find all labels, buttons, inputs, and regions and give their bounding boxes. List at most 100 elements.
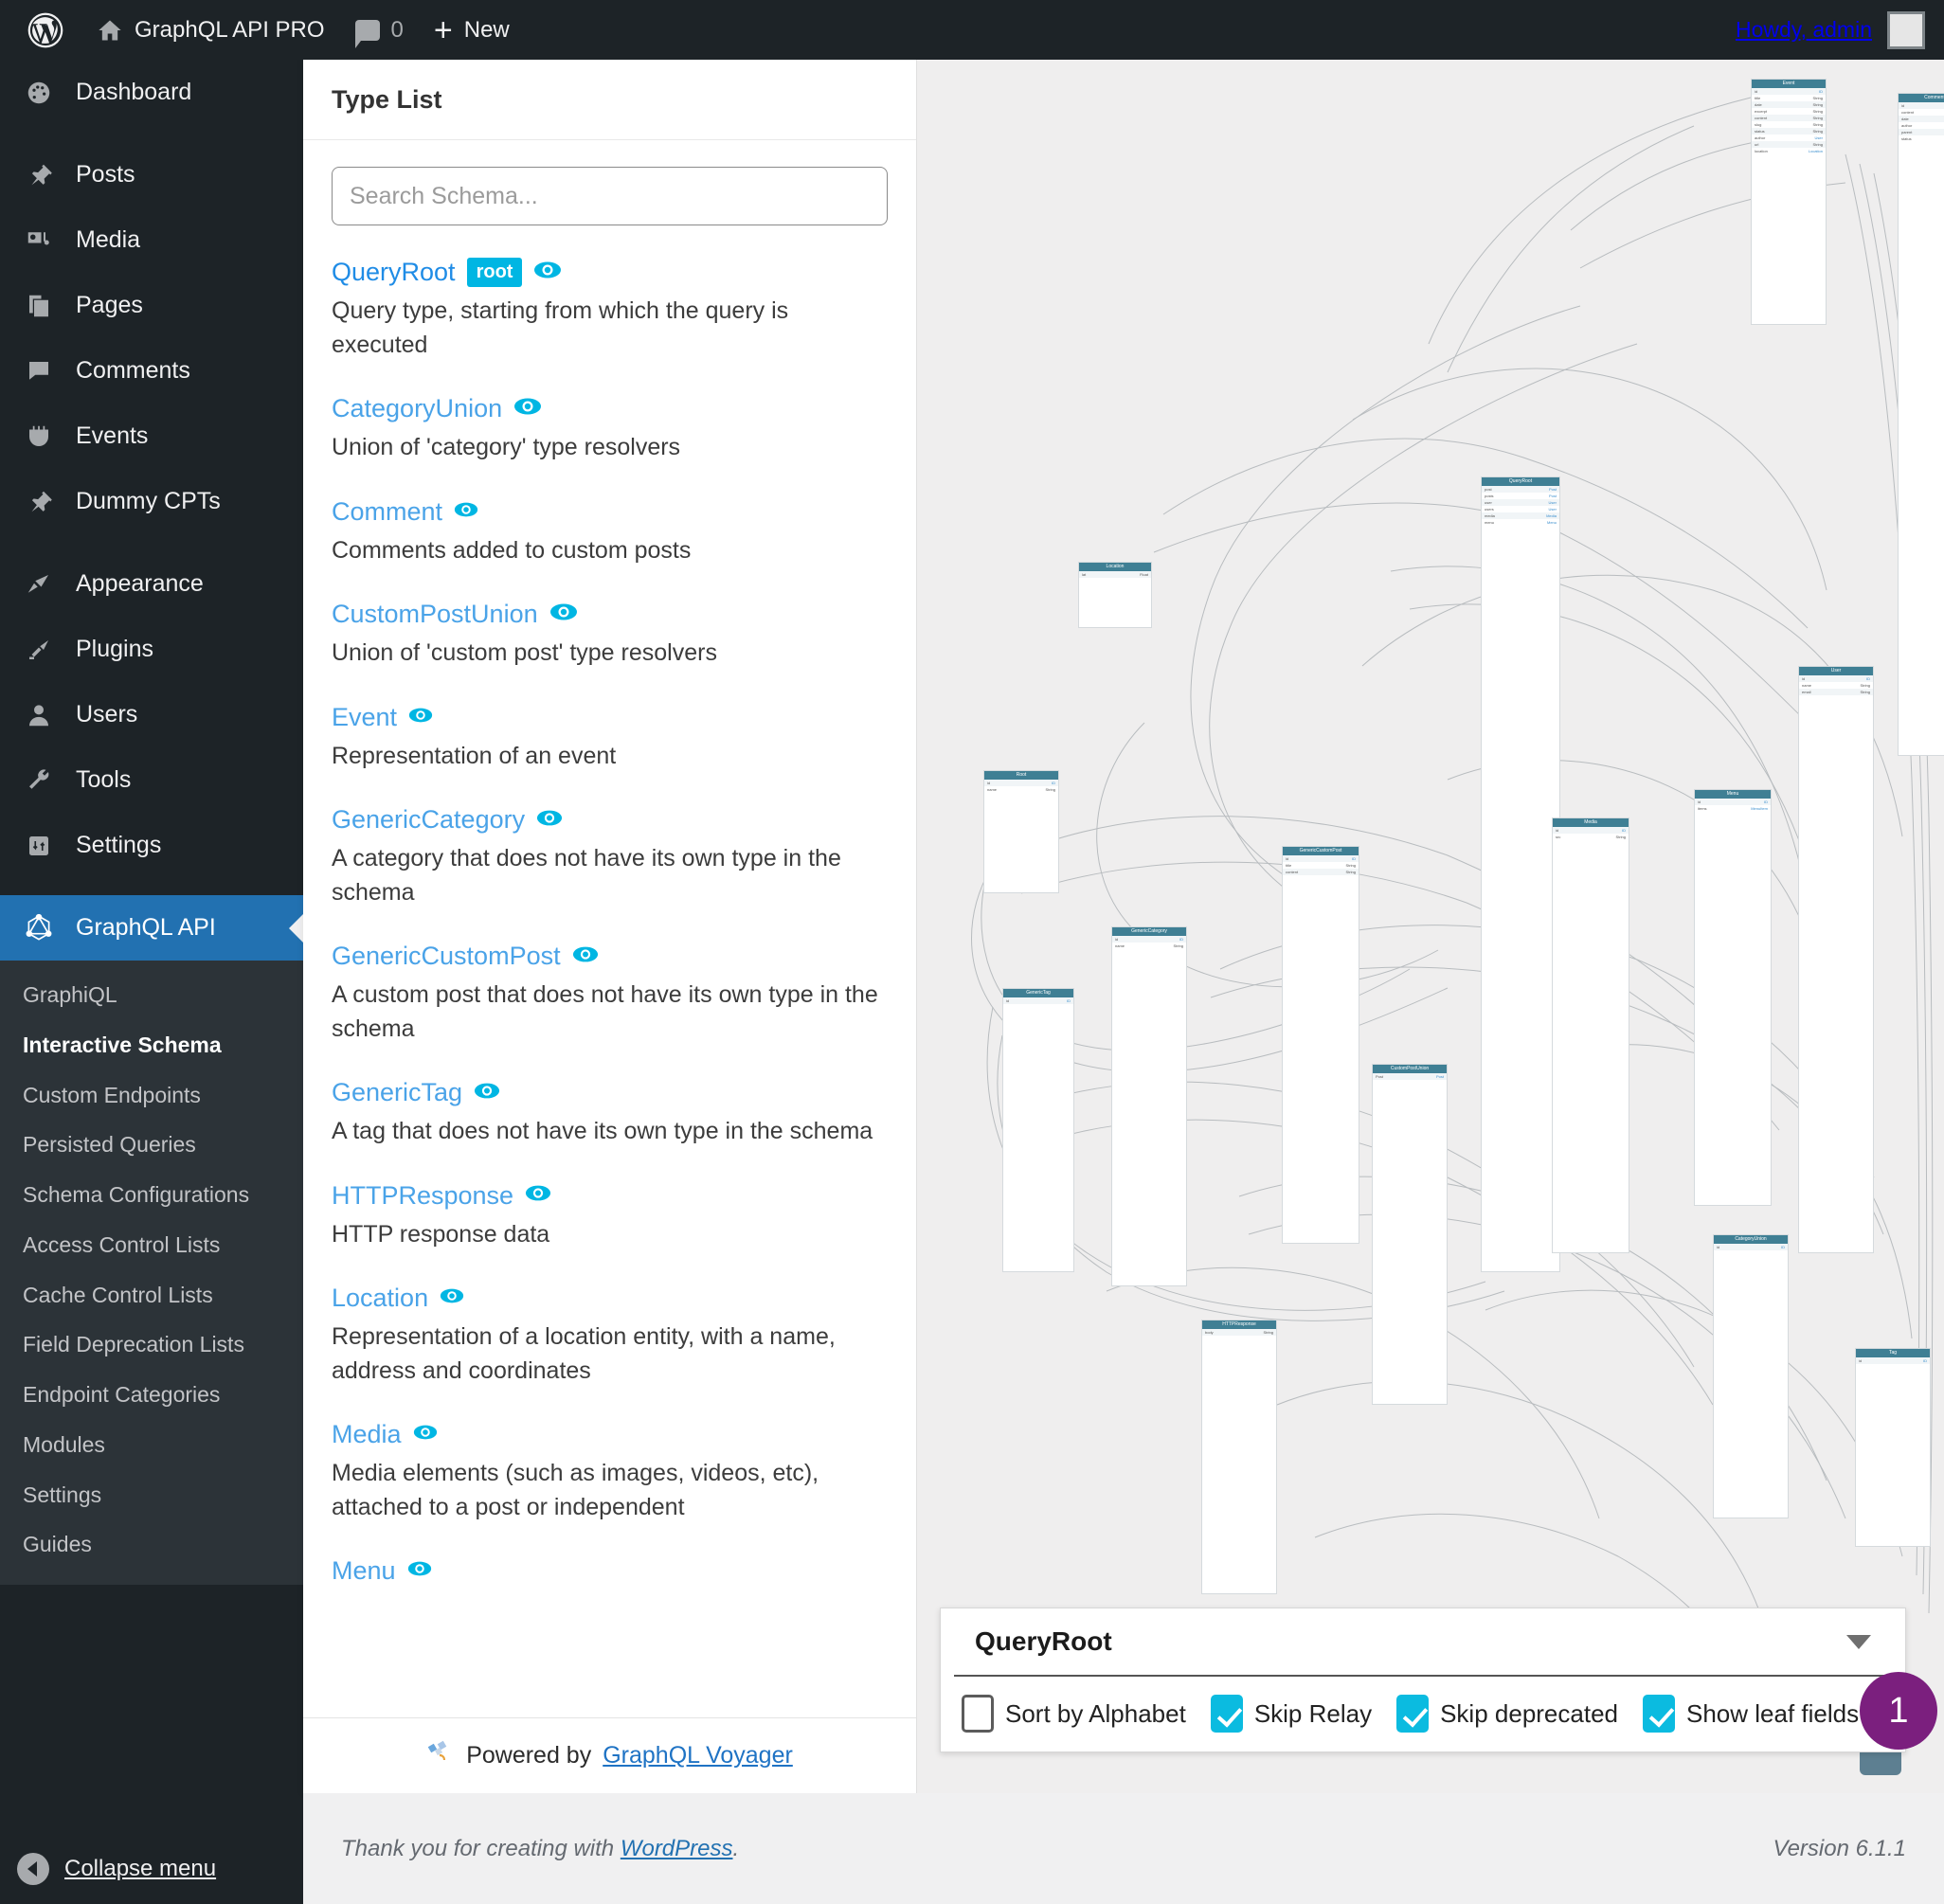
sidebar-item-dummy-cpts[interactable]: Dummy CPTs — [0, 469, 303, 534]
graph-node[interactable]: Comment idID contentString dateString au… — [1898, 93, 1944, 756]
graph-node[interactable]: Media id ID src String — [1552, 817, 1629, 1253]
sidebar-item-users[interactable]: Users — [0, 682, 303, 747]
submenu-item-endpoint-categories[interactable]: Endpoint Categories — [0, 1370, 284, 1420]
graph-node[interactable]: User id ID name String email String — [1798, 666, 1874, 1253]
sidebar-item-pages[interactable]: Pages — [0, 273, 303, 338]
chevron-down-icon[interactable] — [1846, 1634, 1871, 1649]
type-row[interactable]: QueryRoot root — [332, 258, 888, 287]
option-skip-deprecated[interactable]: Skip deprecated — [1396, 1695, 1618, 1733]
submenu-item-cache-control-lists[interactable]: Cache Control Lists — [0, 1270, 284, 1320]
type-row[interactable]: HTTPResponse — [332, 1181, 888, 1211]
option-skip-relay[interactable]: Skip Relay — [1210, 1695, 1372, 1733]
type-row[interactable]: Comment — [332, 497, 888, 527]
submenu-item-interactive-schema[interactable]: Interactive Schema — [0, 1020, 284, 1070]
type-link[interactable]: Location — [332, 1284, 428, 1313]
eye-icon[interactable] — [549, 602, 578, 626]
eye-icon[interactable] — [408, 707, 433, 728]
eye-icon[interactable] — [413, 1424, 438, 1446]
graph-node-field: idID — [1003, 997, 1073, 1004]
checkbox[interactable] — [1210, 1695, 1243, 1733]
eye-icon[interactable] — [513, 397, 542, 421]
type-row[interactable]: Menu — [332, 1556, 888, 1586]
submenu-item-schema-configurations[interactable]: Schema Configurations — [0, 1170, 284, 1220]
sidebar-item-media[interactable]: Media — [0, 207, 303, 273]
eye-icon[interactable] — [533, 260, 562, 284]
type-row[interactable]: GenericCustomPost — [332, 942, 888, 971]
collapse-menu-button[interactable]: Collapse menu — [0, 1834, 303, 1904]
comments-bubble-button[interactable]: 0 — [340, 0, 419, 60]
submenu-item-settings[interactable]: Settings — [0, 1470, 284, 1520]
graph-node[interactable]: GenericTag id ID — [1002, 988, 1074, 1272]
howdy-user-menu[interactable]: Howdy, admin — [1736, 10, 1944, 49]
graph-node[interactable]: HTTPResponse body String — [1201, 1320, 1277, 1594]
checkbox[interactable] — [1643, 1695, 1675, 1733]
checkbox[interactable] — [1396, 1695, 1430, 1733]
type-link[interactable]: HTTPResponse — [332, 1181, 513, 1211]
submenu-item-persisted-queries[interactable]: Persisted Queries — [0, 1120, 284, 1170]
option-show-leaf-fields[interactable]: Show leaf fields — [1643, 1695, 1859, 1733]
type-link[interactable]: CustomPostUnion — [332, 600, 538, 629]
submenu-item-field-deprecation-lists[interactable]: Field Deprecation Lists — [0, 1320, 284, 1370]
type-row[interactable]: Media — [332, 1420, 888, 1449]
sidebar-item-comments[interactable]: Comments — [0, 338, 303, 404]
type-row[interactable]: GenericTag — [332, 1078, 888, 1107]
type-link[interactable]: GenericCategory — [332, 805, 525, 835]
sidebar-item-dashboard[interactable]: Dashboard — [0, 60, 303, 125]
graph-node[interactable]: Location lat Float — [1078, 562, 1152, 628]
eye-icon[interactable] — [525, 1184, 551, 1207]
graph-node[interactable]: CustomPostUnion Post Post — [1372, 1064, 1448, 1405]
eye-icon[interactable] — [454, 501, 478, 523]
new-content-button[interactable]: + New — [419, 0, 525, 60]
sidebar-item-plugins[interactable]: Plugins — [0, 617, 303, 682]
type-link[interactable]: CategoryUnion — [332, 394, 502, 423]
graph-node[interactable]: Tag id ID — [1855, 1348, 1931, 1547]
option-sort-by-alphabet[interactable]: Sort by Alphabet — [962, 1695, 1186, 1733]
graph-node[interactable]: Menu id ID items MenuItem — [1694, 789, 1772, 1206]
graph-node[interactable]: CategoryUnion id ID — [1713, 1234, 1789, 1518]
type-row[interactable]: CustomPostUnion — [332, 600, 888, 629]
graph-node-header: GenericCategory — [1112, 927, 1186, 936]
eye-icon[interactable] — [536, 809, 563, 832]
type-link[interactable]: GenericTag — [332, 1078, 462, 1107]
type-row[interactable]: GenericCategory — [332, 805, 888, 835]
type-link[interactable]: Event — [332, 703, 397, 732]
graph-node[interactable]: QueryRoot post Post posts Post user User us… — [1481, 476, 1560, 1272]
eye-icon[interactable] — [474, 1082, 500, 1105]
type-link[interactable]: GenericCustomPost — [332, 942, 561, 971]
root-type-selector[interactable]: QueryRoot — [954, 1608, 1892, 1677]
eye-icon[interactable] — [407, 1560, 432, 1582]
eye-icon[interactable] — [440, 1287, 464, 1309]
submenu-item-graphiql[interactable]: GraphiQL — [0, 970, 284, 1020]
wordpress-logo-button[interactable] — [0, 0, 81, 60]
eye-icon[interactable] — [572, 945, 599, 968]
site-name-menu[interactable]: GraphQL API PRO — [81, 0, 340, 60]
sidebar-item-appearance[interactable]: Appearance — [0, 551, 303, 617]
voyager-graph-canvas[interactable]: Event id ID title String date String excerp… — [917, 60, 1944, 1793]
graphql-voyager-link[interactable]: GraphQL Voyager — [603, 1742, 793, 1769]
graph-node[interactable]: GenericCustomPost id ID title String conte… — [1282, 846, 1359, 1244]
submenu-item-modules[interactable]: Modules — [0, 1420, 284, 1470]
type-row[interactable]: CategoryUnion — [332, 394, 888, 423]
sidebar-item-settings[interactable]: Settings — [0, 813, 303, 878]
submenu-item-guides[interactable]: Guides — [0, 1519, 284, 1570]
search-input[interactable] — [332, 167, 888, 225]
type-link[interactable]: Comment — [332, 497, 442, 527]
type-row[interactable]: Event — [332, 703, 888, 732]
checkbox[interactable] — [962, 1695, 994, 1733]
submenu-item-access-control-lists[interactable]: Access Control Lists — [0, 1220, 284, 1270]
sidebar-item-events[interactable]: Events — [0, 404, 303, 469]
type-link[interactable]: QueryRoot — [332, 258, 456, 287]
sidebar-item-posts[interactable]: Posts — [0, 142, 303, 207]
graph-node[interactable]: Event id ID title String date String excerp… — [1751, 79, 1827, 325]
graph-node[interactable]: Root id ID name String — [983, 770, 1059, 893]
type-link[interactable]: Menu — [332, 1556, 396, 1586]
sidebar-item-tools[interactable]: Tools — [0, 747, 303, 813]
type-row[interactable]: Location — [332, 1284, 888, 1313]
submenu-item-custom-endpoints[interactable]: Custom Endpoints — [0, 1070, 284, 1121]
type-link[interactable]: Media — [332, 1420, 402, 1449]
graph-node-field: contentString — [1752, 115, 1826, 121]
graph-node[interactable]: GenericCategory id ID name String — [1111, 926, 1187, 1286]
type-entry: QueryRoot root Query type, starting from… — [332, 258, 888, 362]
sidebar-item-graphql-api[interactable]: GraphQL API — [0, 895, 303, 961]
wordpress-link[interactable]: WordPress — [621, 1836, 733, 1861]
